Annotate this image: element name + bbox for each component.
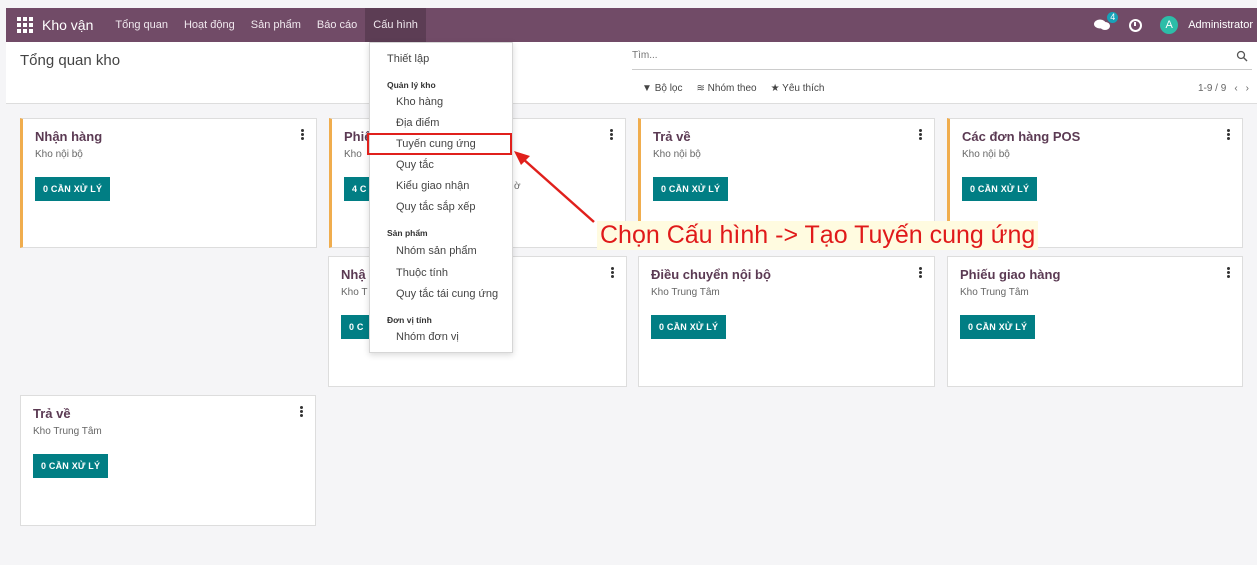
card-warehouse: Kho nội bộ [962,149,1010,160]
card-warehouse: Kho T [341,287,368,298]
chat-icon[interactable]: 4 [1093,12,1119,32]
pager: 1-9 / 9 ‹ › [1198,83,1249,94]
menu-item-attributes[interactable]: Thuộc tính [370,267,512,279]
todo-button[interactable]: 0 CẦN XỬ LÝ [653,177,729,201]
apps-grid-icon[interactable] [14,14,36,36]
card-title[interactable]: Điều chuyển nội bộ [651,267,771,282]
card-warehouse: Kho Trung Tâm [33,426,102,437]
menu-hoat-dong[interactable]: Hoạt động [176,8,243,42]
card-nhan-hang[interactable]: Nhận hàng Kho nội bộ 0 CẦN XỬ LÝ [20,118,317,248]
control-panel: Tổng quan kho ▼ Bộ lọc ≋ Nhóm theo ★ Yêu… [6,42,1257,104]
app-name[interactable]: Kho vận [42,17,93,33]
menu-item-product-categories[interactable]: Nhóm sản phẩm [370,245,512,257]
menu-section-warehouse: Quản lý kho [387,80,436,90]
todo-button[interactable]: 0 CẦN XỬ LÝ [33,454,109,478]
group-by-button[interactable]: ≋ Nhóm theo [696,83,756,94]
kebab-menu-icon[interactable] [1227,267,1230,278]
card-title[interactable]: Nhậ [341,267,366,282]
config-dropdown-menu: Thiết lập Quản lý kho Kho hàng Địa điểm … [369,42,513,353]
search-options: ▼ Bộ lọc ≋ Nhóm theo ★ Yêu thích [642,83,824,94]
filter-button[interactable]: ▼ Bộ lọc [642,83,682,94]
card-tra-ve-trung-tam[interactable]: Trả về Kho Trung Tâm 0 CẦN XỬ LÝ [20,395,316,526]
kebab-menu-icon[interactable] [611,267,614,278]
card-warehouse: Kho nội bộ [35,149,83,160]
routes-highlight-box [367,133,512,155]
menu-bao-cao[interactable]: Báo cáo [309,8,365,42]
kebab-menu-icon[interactable] [1227,129,1230,140]
todo-button[interactable]: 0 CẦN XỬ LÝ [960,315,1036,339]
card-warehouse: Kho Trung Tâm [651,287,720,298]
kebab-menu-icon[interactable] [610,129,613,140]
star-icon: ★ [770,83,780,94]
menu-item-rules[interactable]: Quy tắc [370,159,512,171]
favorites-button[interactable]: ★ Yêu thích [771,83,825,94]
pager-value[interactable]: 1-9 / 9 [1198,83,1226,94]
favorites-label: Yêu thích [782,83,825,94]
menu-item-warehouses[interactable]: Kho hàng [370,96,512,108]
todo-button[interactable]: 0 C [341,315,372,339]
page-title: Tổng quan kho [20,52,121,69]
card-warehouse: Kho Trung Tâm [960,287,1029,298]
todo-button[interactable]: 0 CẦN XỬ LÝ [651,315,727,339]
card-title[interactable]: Nhận hàng [35,129,102,144]
menu-section-products: Sản phẩm [387,228,428,238]
annotation-arrow-icon [514,151,595,223]
card-warehouse: Kho nội bộ [653,149,701,160]
top-navbar: Kho vận Tổng quan Hoạt động Sản phẩm Báo… [6,8,1257,42]
card-title[interactable]: Trả về [653,129,691,144]
card-phieu-giao-hang[interactable]: Phiếu giao hàng Kho Trung Tâm 0 CẦN XỬ L… [947,256,1243,387]
user-avatar[interactable]: A [1160,16,1179,34]
user-name[interactable]: Administrator [1188,19,1257,31]
menu-item-settings[interactable]: Thiết lập [370,53,512,65]
search-icon[interactable] [1236,50,1248,62]
todo-button[interactable]: 0 CẦN XỬ LÝ [962,177,1038,201]
kebab-menu-icon[interactable] [300,406,303,417]
menu-item-uom-categories[interactable]: Nhóm đơn vị [370,331,512,343]
activity-clock-icon[interactable] [1129,18,1143,32]
filter-label: Bộ lọc [654,83,683,94]
menu-cau-hinh[interactable]: Cấu hình [365,8,426,42]
card-title[interactable]: Phiếu giao hàng [960,267,1060,282]
filter-icon: ▼ [642,83,652,94]
menu-san-pham[interactable]: Sản phẩm [243,8,309,42]
pager-next-icon[interactable]: › [1246,83,1249,94]
menu-item-operation-types[interactable]: Kiểu giao nhận [370,180,512,192]
layers-icon: ≋ [696,83,705,94]
card-warehouse: Kho [344,149,362,160]
card-title[interactable]: Các đơn hàng POS [962,129,1080,144]
todo-button[interactable]: 0 CẦN XỬ LÝ [35,177,111,201]
card-title[interactable]: Trả về [33,406,71,421]
search-input[interactable] [632,50,1222,61]
annotation-text: Chọn Cấu hình -> Tạo Tuyến cung ứng [597,221,1039,250]
kebab-menu-icon[interactable] [919,267,922,278]
menu-item-putaway-rules[interactable]: Quy tắc sắp xếp [370,201,512,213]
group-by-label: Nhóm theo [707,83,757,94]
pager-prev-icon[interactable]: ‹ [1234,83,1237,94]
menu-item-locations[interactable]: Địa điểm [370,117,512,129]
menu-section-uom: Đơn vị tính [387,315,432,325]
card-dieu-chuyen[interactable]: Điều chuyển nội bộ Kho Trung Tâm 0 CẦN X… [638,256,935,387]
kebab-menu-icon[interactable] [919,129,922,140]
search-bar [632,50,1252,70]
menu-tong-quan[interactable]: Tổng quan [107,8,176,42]
chat-count-badge: 4 [1107,12,1119,23]
kebab-menu-icon[interactable] [301,129,304,140]
menu-item-reordering-rules[interactable]: Quy tắc tái cung ứng [370,288,512,300]
